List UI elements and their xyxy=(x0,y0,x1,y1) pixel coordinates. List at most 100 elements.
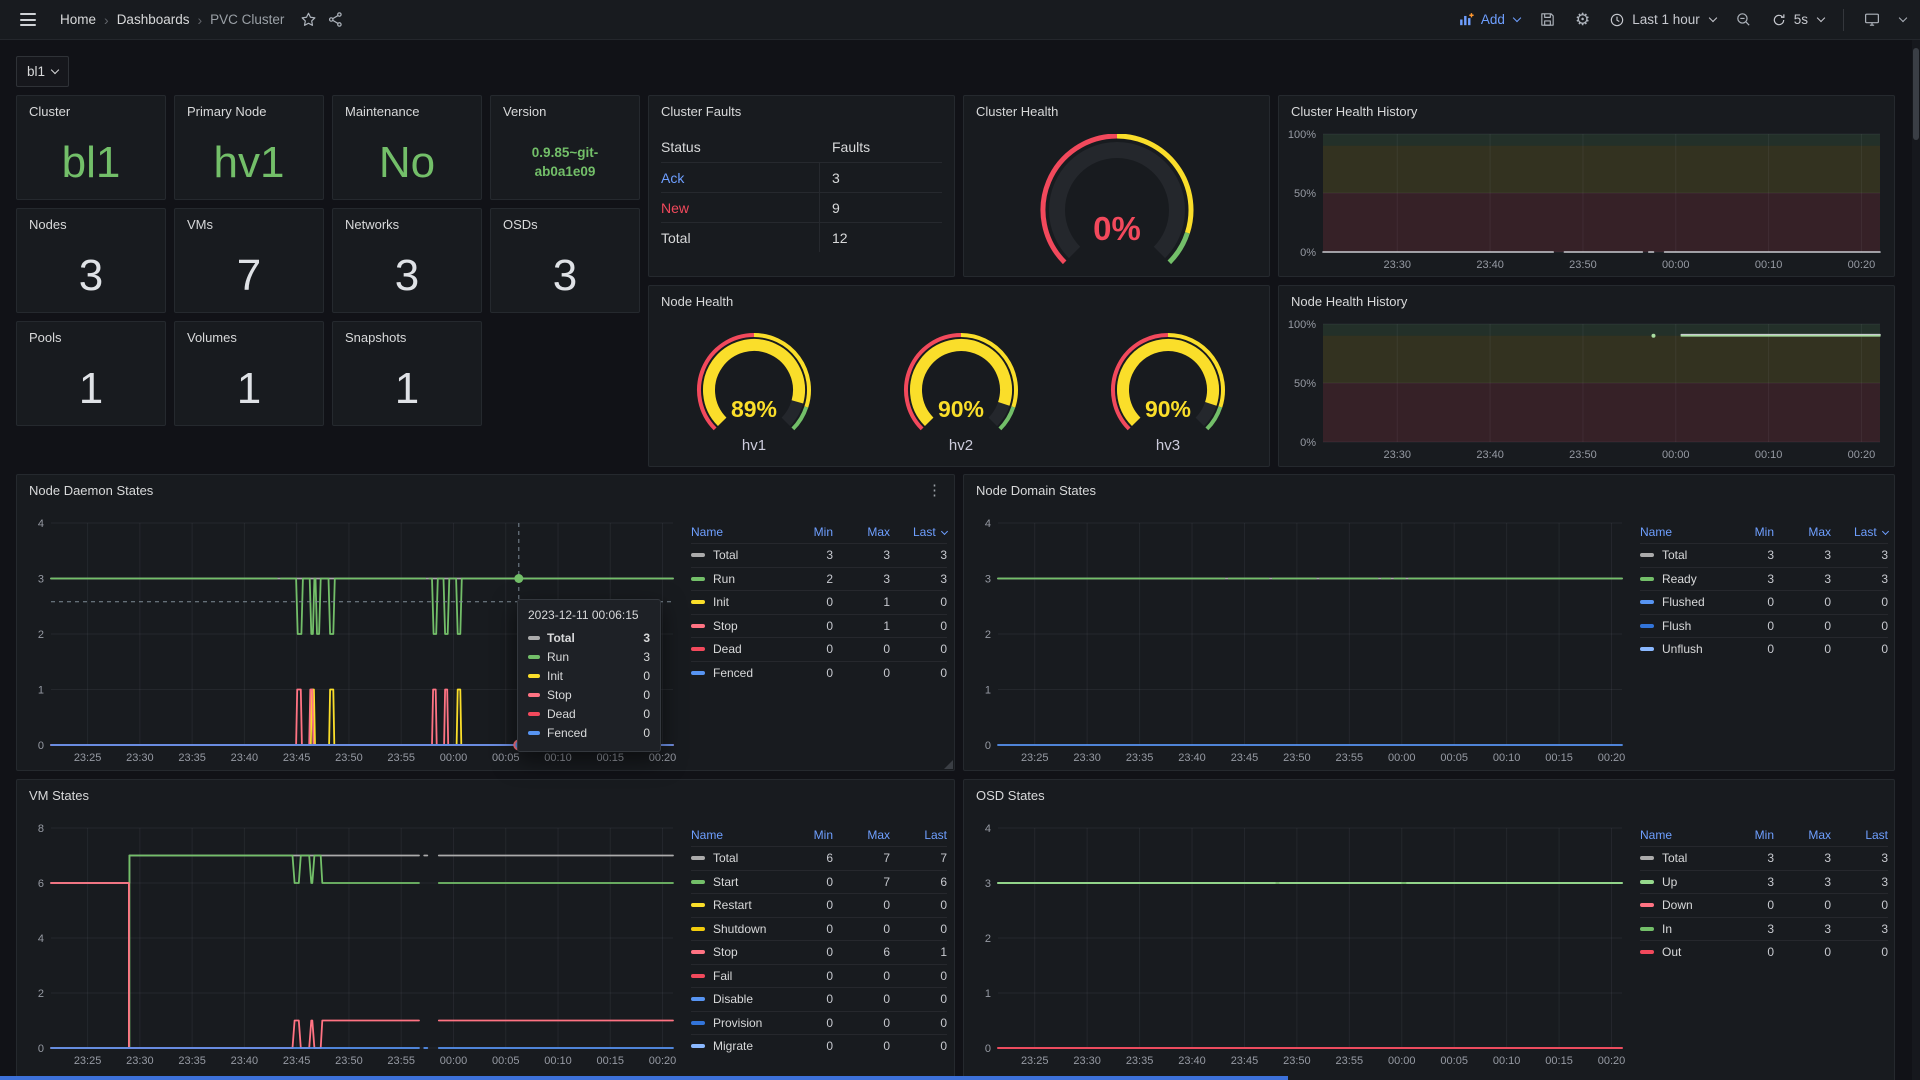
legend-row-run[interactable]: Run233 xyxy=(691,567,947,591)
legend-row-start[interactable]: Start076 xyxy=(691,870,947,894)
legend-row-in[interactable]: In333 xyxy=(1640,917,1888,941)
collapse-nav-icon[interactable] xyxy=(1900,17,1906,23)
stat-panel-osds[interactable]: OSDs 3 xyxy=(490,208,640,313)
table-row[interactable]: Ack 3 xyxy=(661,162,942,192)
panel-title: Node Domain States xyxy=(976,483,1096,498)
panel-menu-icon[interactable]: ⋮ xyxy=(923,481,946,499)
stat-panel-primary-node[interactable]: Primary Node hv1 xyxy=(174,95,324,200)
share-icon[interactable] xyxy=(327,11,344,28)
fault-status-new[interactable]: New xyxy=(661,200,819,216)
legend-row-out[interactable]: Out000 xyxy=(1640,940,1888,964)
legend-col-last[interactable]: Last xyxy=(890,525,947,539)
panel-cluster-health-history[interactable]: Cluster Health History 0%50%100%23:3023:… xyxy=(1278,95,1895,277)
time-range-picker[interactable]: Last 1 hour xyxy=(1609,12,1716,28)
panel-node-health[interactable]: Node Health 89%hv1 90%hv2 90%hv3 xyxy=(648,285,1270,467)
panel-vm-states[interactable]: VM States 0246823:2523:3023:3523:4023:45… xyxy=(16,779,955,1080)
panel-cluster-health[interactable]: Cluster Health 0% xyxy=(963,95,1270,277)
stat-panel-maintenance[interactable]: Maintenance No xyxy=(332,95,482,200)
legend-col-min[interactable]: Min xyxy=(776,525,833,539)
stat-panel-networks[interactable]: Networks 3 xyxy=(332,208,482,313)
legend-col-min[interactable]: Min xyxy=(1717,828,1774,842)
legend-row-fenced[interactable]: Fenced000 xyxy=(691,661,947,685)
menu-icon[interactable] xyxy=(14,7,42,32)
svg-text:00:20: 00:20 xyxy=(649,1055,677,1067)
legend-col-max[interactable]: Max xyxy=(1774,525,1831,539)
legend-row-shutdown[interactable]: Shutdown000 xyxy=(691,917,947,941)
cluster-health-history-chart[interactable]: 0%50%100%23:3023:4023:5000:0000:1000:20 xyxy=(1285,126,1888,274)
legend-row-ready[interactable]: Ready333 xyxy=(1640,567,1888,591)
variable-dropdown-cluster[interactable]: bl1 xyxy=(16,56,69,87)
legend-row-fail[interactable]: Fail000 xyxy=(691,964,947,988)
table-row[interactable]: New 9 xyxy=(661,192,942,222)
scrollbar-thumb[interactable] xyxy=(1913,48,1919,140)
legend-row-unflush[interactable]: Unflush000 xyxy=(1640,637,1888,661)
legend-row-total[interactable]: Total677 xyxy=(691,846,947,870)
legend-row-restart[interactable]: Restart000 xyxy=(691,893,947,917)
legend-row-total[interactable]: Total333 xyxy=(1640,846,1888,870)
stat-panel-pools[interactable]: Pools 1 xyxy=(16,321,166,426)
svg-text:4: 4 xyxy=(985,518,991,530)
zoom-out-icon[interactable] xyxy=(1735,11,1752,28)
stat-panel-version[interactable]: Version 0.9.85~git-ab0a1e09 xyxy=(490,95,640,200)
breadcrumb-dashboards[interactable]: Dashboards xyxy=(117,12,190,27)
legend-row-flushed[interactable]: Flushed000 xyxy=(1640,590,1888,614)
legend-row-init[interactable]: Init010 xyxy=(691,590,947,614)
star-icon[interactable] xyxy=(300,11,317,28)
svg-text:0: 0 xyxy=(38,740,44,752)
scrollbar-track[interactable] xyxy=(1912,40,1920,1080)
column-header-status[interactable]: Status xyxy=(661,139,819,155)
column-header-faults[interactable]: Faults xyxy=(819,139,942,155)
svg-text:00:15: 00:15 xyxy=(597,752,625,764)
tooltip-row-total: Total3 xyxy=(528,628,650,647)
stat-panel-nodes[interactable]: Nodes 3 xyxy=(16,208,166,313)
kiosk-mode-icon[interactable] xyxy=(1863,11,1881,28)
legend-row-flush[interactable]: Flush000 xyxy=(1640,614,1888,638)
legend-row-dead[interactable]: Dead000 xyxy=(691,637,947,661)
panel-node-domain-states[interactable]: Node Domain States 0123423:2523:3023:352… xyxy=(963,474,1895,771)
legend-col-name[interactable]: Name xyxy=(1640,828,1717,842)
legend-row-migrate[interactable]: Migrate000 xyxy=(691,1034,947,1058)
vm-states-chart[interactable]: 0246823:2523:3023:3523:4023:4523:5023:55… xyxy=(25,820,681,1070)
stat-panel-volumes[interactable]: Volumes 1 xyxy=(174,321,324,426)
legend-row-total[interactable]: Total333 xyxy=(1640,543,1888,567)
svg-text:23:45: 23:45 xyxy=(1231,1055,1259,1067)
legend-col-name[interactable]: Name xyxy=(691,525,776,539)
legend-row-disable[interactable]: Disable000 xyxy=(691,987,947,1011)
legend-col-last[interactable]: Last xyxy=(890,828,947,842)
legend-col-last[interactable]: Last xyxy=(1831,828,1888,842)
legend-row-provision[interactable]: Provision000 xyxy=(691,1011,947,1035)
legend-col-min[interactable]: Min xyxy=(1717,525,1774,539)
stat-panel-cluster[interactable]: Cluster bl1 xyxy=(16,95,166,200)
breadcrumb-home[interactable]: Home xyxy=(60,12,96,27)
node-domain-states-chart[interactable]: 0123423:2523:3023:3523:4023:4523:5023:55… xyxy=(972,515,1630,767)
legend-row-stop[interactable]: Stop061 xyxy=(691,940,947,964)
legend-col-last[interactable]: Last xyxy=(1831,525,1888,539)
node-health-gauge-hv3: 90%hv3 xyxy=(1103,332,1233,458)
stat-panel-snapshots[interactable]: Snapshots 1 xyxy=(332,321,482,426)
refresh-control[interactable]: 5s xyxy=(1771,12,1824,28)
legend-col-min[interactable]: Min xyxy=(776,828,833,842)
legend-col-max[interactable]: Max xyxy=(1774,828,1831,842)
legend-row-down[interactable]: Down000 xyxy=(1640,893,1888,917)
table-row[interactable]: Total 12 xyxy=(661,222,942,252)
stat-panel-vms[interactable]: VMs 7 xyxy=(174,208,324,313)
legend-col-name[interactable]: Name xyxy=(1640,525,1717,539)
legend-row-up[interactable]: Up333 xyxy=(1640,870,1888,894)
panel-node-health-history[interactable]: Node Health History 0%50%100%23:3023:402… xyxy=(1278,285,1895,467)
svg-text:23:35: 23:35 xyxy=(1126,1055,1154,1067)
legend-col-max[interactable]: Max xyxy=(833,525,890,539)
node-health-history-chart[interactable]: 0%50%100%23:3023:4023:5000:0000:1000:20 xyxy=(1285,316,1888,464)
legend-col-max[interactable]: Max xyxy=(833,828,890,842)
add-button[interactable]: Add xyxy=(1458,11,1520,28)
panel-resize-handle[interactable] xyxy=(944,760,953,769)
fault-status-ack[interactable]: Ack xyxy=(661,170,819,186)
legend-row-stop[interactable]: Stop010 xyxy=(691,614,947,638)
dashboard-settings-icon[interactable]: ⚙ xyxy=(1575,11,1590,28)
panel-osd-states[interactable]: OSD States 0123423:2523:3023:3523:4023:4… xyxy=(963,779,1895,1080)
osd-states-chart[interactable]: 0123423:2523:3023:3523:4023:4523:5023:55… xyxy=(972,820,1630,1070)
panel-node-daemon-states[interactable]: Node Daemon States ⋮ 0123423:2523:3023:3… xyxy=(16,474,955,771)
panel-cluster-faults[interactable]: Cluster Faults Status Faults Ack 3 New 9… xyxy=(648,95,955,277)
legend-col-name[interactable]: Name xyxy=(691,828,776,842)
save-dashboard-icon[interactable] xyxy=(1539,11,1556,28)
legend-row-total[interactable]: Total333 xyxy=(691,543,947,567)
